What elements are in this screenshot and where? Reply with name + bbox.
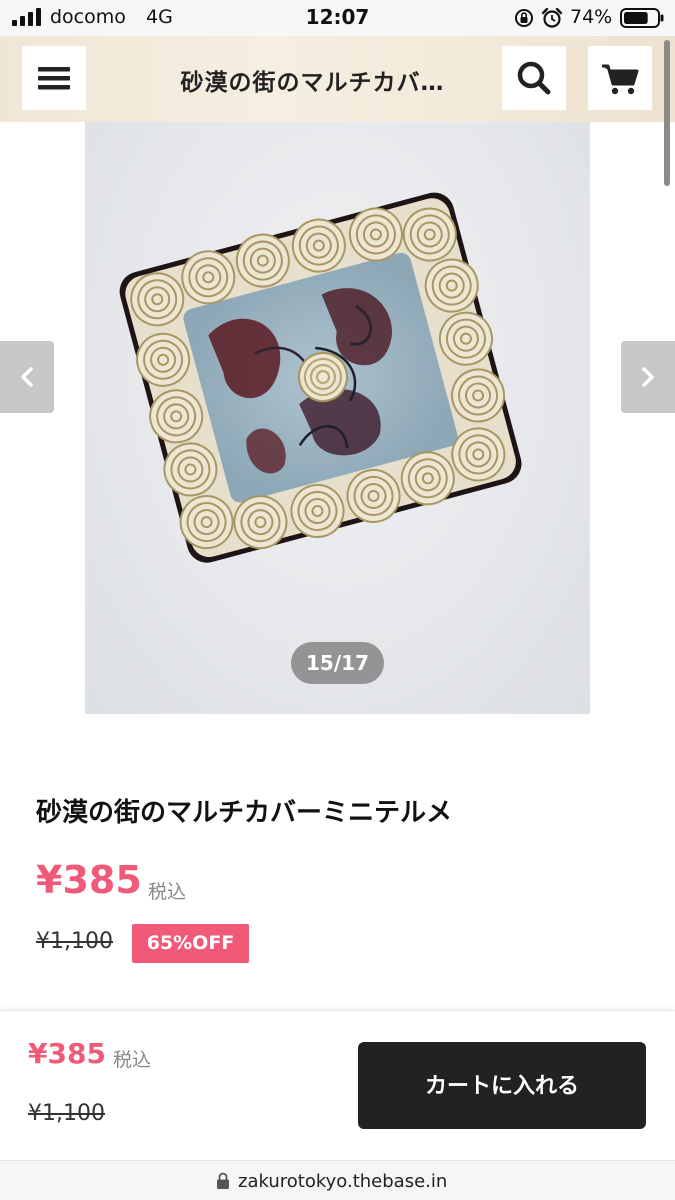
scrollbar[interactable] [664, 40, 670, 186]
original-price: ¥1,100 [36, 929, 113, 954]
search-button[interactable] [502, 46, 566, 110]
product-image[interactable] [85, 122, 590, 714]
url-text: zakurotokyo.thebase.in [238, 1171, 448, 1192]
image-counter: 15/17 [291, 642, 384, 684]
discount-badge: 65%OFF [132, 924, 249, 963]
lock-rotation-icon [515, 9, 533, 27]
battery-icon [620, 8, 664, 28]
battery-percent: 74% [570, 6, 613, 28]
purchase-bar-original-price: ¥1,100 [28, 1101, 105, 1126]
purchase-bar-price: ¥385 [28, 1037, 106, 1070]
product-photo [119, 192, 522, 563]
alarm-icon [541, 7, 563, 28]
add-to-cart-button[interactable]: カートに入れる [358, 1042, 646, 1129]
sale-price: ¥385 [36, 858, 142, 902]
cart-icon [602, 64, 639, 95]
prev-image-button[interactable] [0, 341, 54, 413]
menu-icon [38, 67, 70, 90]
site-header: 砂漠の街のマルチカバ… [0, 36, 675, 122]
lock-icon [217, 1172, 229, 1189]
product-title: 砂漠の街のマルチカバーミニテルメ [36, 798, 453, 828]
search-icon [517, 61, 551, 95]
browser-url-bar[interactable]: zakurotokyo.thebase.in [0, 1160, 675, 1200]
purchase-bar-tax-label: 税込 [113, 1049, 152, 1071]
menu-button[interactable] [22, 46, 86, 110]
page-title: 砂漠の街のマルチカバ… [180, 70, 445, 96]
cart-button[interactable] [588, 46, 652, 110]
chevron-left-icon [21, 367, 33, 387]
tax-label: 税込 [148, 881, 187, 903]
status-bar: docomo 4G 12:07 74% [0, 0, 675, 36]
chevron-right-icon [642, 367, 654, 387]
next-image-button[interactable] [621, 341, 675, 413]
